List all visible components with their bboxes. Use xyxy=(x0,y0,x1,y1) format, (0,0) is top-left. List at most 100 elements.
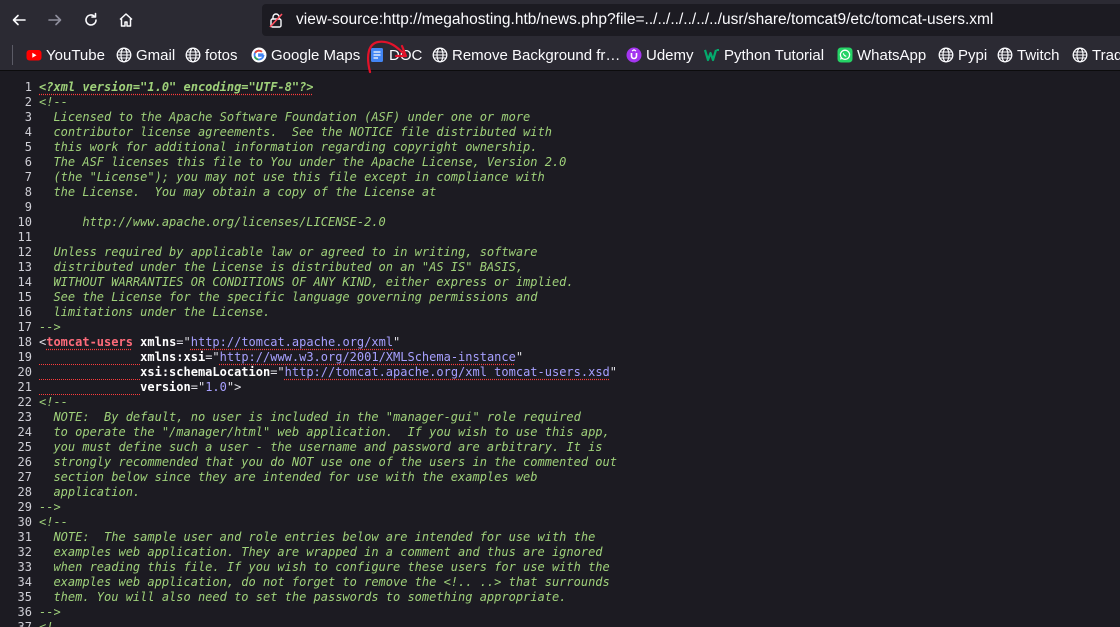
line-number: 21 xyxy=(17,380,32,394)
line-number: 24 xyxy=(17,425,32,439)
bookmark-label: YouTube xyxy=(46,46,105,64)
comment-text: <!-- xyxy=(39,515,68,529)
line-number: 3 xyxy=(24,110,32,124)
bookmark-label: Twitch xyxy=(1017,46,1060,64)
comment-text: section below since they are intended fo… xyxy=(39,470,538,484)
comment-text: application. xyxy=(39,485,141,499)
bookmark-label: Udemy xyxy=(646,46,694,64)
comment-text: <!-- xyxy=(39,95,68,109)
line-number: 26 xyxy=(17,455,32,469)
comment-text: them. You will also need to set the pass… xyxy=(39,590,567,604)
browser-toolbar: view-source:http://megahosting.htb/news.… xyxy=(0,0,1120,40)
bookmark-gmail[interactable]: Gmail xyxy=(116,44,175,66)
bookmark-pypi[interactable]: Pypi xyxy=(938,44,987,66)
line-number: 23 xyxy=(17,410,32,424)
bookmark-remove-background[interactable]: Remove Background fr… xyxy=(432,44,620,66)
comment-text: you must define such a user - the userna… xyxy=(39,440,603,454)
line-number: 10 xyxy=(17,215,32,229)
line-number: 4 xyxy=(24,125,32,139)
comment-text: examples web application, do not forget … xyxy=(39,575,610,589)
comment-text: --> xyxy=(39,320,61,334)
attribute-name: xsi:schemaLocation xyxy=(140,365,271,379)
reload-button[interactable] xyxy=(77,6,105,34)
comment-text: to operate the "/manager/html" web appli… xyxy=(39,425,610,439)
comment-text: limitations under the License. xyxy=(39,305,271,319)
comment-text: http://www.apache.org/licenses/LICENSE-2… xyxy=(39,215,386,229)
back-button[interactable] xyxy=(5,6,33,34)
udemy-icon xyxy=(626,47,642,63)
attribute-value: 1.0 xyxy=(205,380,227,394)
google-icon xyxy=(251,47,267,63)
comment-text: Unless required by applicable law or agr… xyxy=(39,245,538,259)
bookmark-python-tutorial[interactable]: Python Tutorial xyxy=(704,44,824,66)
indent-padding xyxy=(39,365,141,380)
bookmark-label: Python Tutorial xyxy=(724,46,825,64)
line-number: 27 xyxy=(17,470,32,484)
bookmarks-separator xyxy=(12,45,13,65)
line-number: 6 xyxy=(24,155,32,169)
line-number: 22 xyxy=(17,395,32,409)
comment-text: (the "License"); you may not use this fi… xyxy=(39,170,545,184)
comment-text: NOTE: The sample user and role entries b… xyxy=(39,530,596,544)
line-number: 11 xyxy=(17,230,32,244)
line-number: 8 xyxy=(24,185,32,199)
attribute-name: xmlns:xsi xyxy=(140,350,206,364)
bookmark-label: Gmail xyxy=(136,46,176,64)
comment-text: The ASF licenses this file to You under … xyxy=(39,155,567,169)
line-number: 37 xyxy=(17,620,32,627)
indent-padding xyxy=(39,380,141,395)
comment-text: this work for additional information reg… xyxy=(39,140,538,154)
comment-text: examples web application. They are wrapp… xyxy=(39,545,603,559)
bookmark-fotos[interactable]: fotos xyxy=(185,44,238,66)
line-number: 32 xyxy=(17,545,32,559)
attribute-name: version xyxy=(140,380,191,394)
line-number: 19 xyxy=(17,350,32,364)
url-text[interactable]: view-source:http://megahosting.htb/news.… xyxy=(296,11,993,29)
whatsapp-icon xyxy=(837,47,853,63)
line-number: 13 xyxy=(17,260,32,274)
line-number: 5 xyxy=(24,140,32,154)
line-number: 12 xyxy=(17,245,32,259)
bookmark-youtube[interactable]: YouTube xyxy=(26,44,105,66)
comment-text: NOTE: By default, no user is included in… xyxy=(39,410,581,424)
bookmark-label: Pypi xyxy=(958,46,988,64)
comment-text: when reading this file. If you wish to c… xyxy=(39,560,610,574)
bookmark-udemy[interactable]: Udemy xyxy=(626,44,694,66)
line-number: 35 xyxy=(17,590,32,604)
insecure-connection-icon[interactable] xyxy=(268,12,284,28)
home-button[interactable] xyxy=(112,6,140,34)
bookmark-google-maps[interactable]: Google Maps xyxy=(251,44,360,66)
tag-name: tomcat-users xyxy=(46,335,133,349)
address-bar[interactable]: view-source:http://megahosting.htb/news.… xyxy=(262,4,1120,36)
red-annotation-arrow xyxy=(367,40,408,74)
comment-text: --> xyxy=(39,605,61,619)
comment-text: strongly recommended that you do NOT use… xyxy=(39,455,617,469)
comment-text: WITHOUT WARRANTIES OR CONDITIONS OF ANY … xyxy=(39,275,574,289)
line-number: 14 xyxy=(17,275,32,289)
bookmark-label: WhatsApp xyxy=(857,46,927,64)
line-number: 18 xyxy=(17,335,32,349)
bookmarks-toolbar: YouTube Gmail fotos Google Maps DOC Remo… xyxy=(0,40,1120,71)
comment-text: <!-- xyxy=(39,395,68,409)
line-number: 17 xyxy=(17,320,32,334)
forward-button[interactable] xyxy=(41,6,69,34)
line-number: 33 xyxy=(17,560,32,574)
source-view: 1 <?xml version="1.0" encoding="UTF-8"?> … xyxy=(0,71,1120,627)
globe-icon xyxy=(997,47,1013,63)
back-arrow-icon xyxy=(12,14,26,26)
w3-icon xyxy=(704,47,720,63)
line-number: 29 xyxy=(17,500,32,514)
globe-icon xyxy=(938,47,954,63)
reload-icon xyxy=(85,12,97,26)
comment-text: contributor license agreements. See the … xyxy=(39,125,552,139)
bookmark-trad[interactable]: Trad xyxy=(1072,44,1120,66)
youtube-icon xyxy=(26,47,42,63)
line-number: 20 xyxy=(17,365,32,379)
bookmark-twitch[interactable]: Twitch xyxy=(997,44,1060,66)
line-number: 7 xyxy=(24,170,32,184)
comment-text: See the License for the specific languag… xyxy=(39,290,538,304)
line-number: 28 xyxy=(17,485,32,499)
attribute-value: http://tomcat.apache.org/xml xyxy=(190,335,394,349)
bookmark-whatsapp[interactable]: WhatsApp xyxy=(837,44,926,66)
line-number: 36 xyxy=(17,605,32,619)
